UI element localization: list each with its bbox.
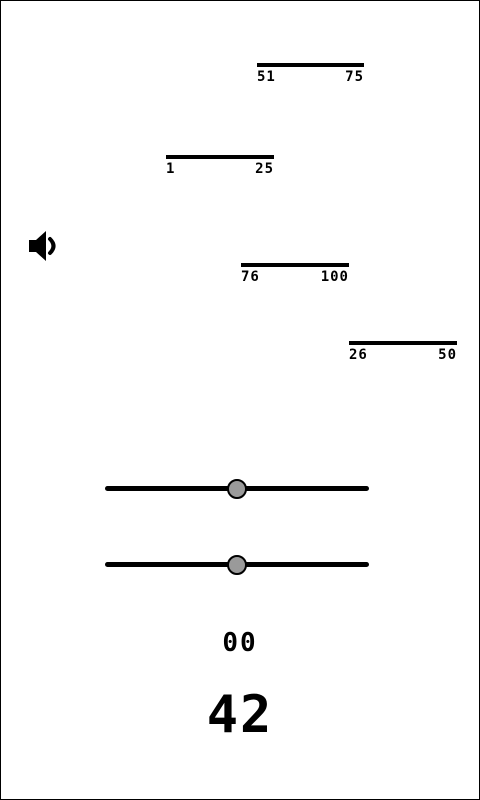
slider-thumb[interactable]	[227, 555, 247, 575]
range-line	[241, 263, 349, 267]
range-low-label: 51	[257, 69, 276, 85]
primary-value: 42	[206, 685, 274, 745]
speaker-icon-graphic	[29, 231, 56, 261]
range-line	[349, 341, 457, 345]
range-high-label: 25	[255, 161, 274, 177]
range-bar-76-100[interactable]: 76 100	[241, 263, 349, 285]
slider-thumb[interactable]	[227, 479, 247, 499]
range-low-label: 1	[166, 161, 176, 177]
speaker-icon[interactable]	[27, 228, 63, 264]
slider-2[interactable]	[105, 553, 369, 577]
secondary-value: 00	[222, 628, 258, 658]
range-line	[166, 155, 274, 159]
range-low-label: 76	[241, 269, 260, 285]
slider-1[interactable]	[105, 477, 369, 501]
range-bar-1-25[interactable]: 1 25	[166, 155, 274, 177]
range-high-label: 50	[438, 347, 457, 363]
app-screen: 51 75 1 25 76 100 26 50 00 42	[0, 0, 480, 800]
range-bar-26-50[interactable]: 26 50	[349, 341, 457, 363]
range-high-label: 100	[320, 269, 349, 285]
range-line	[257, 63, 364, 67]
range-high-label: 75	[345, 69, 364, 85]
range-bar-51-75[interactable]: 51 75	[257, 63, 364, 85]
range-low-label: 26	[349, 347, 368, 363]
